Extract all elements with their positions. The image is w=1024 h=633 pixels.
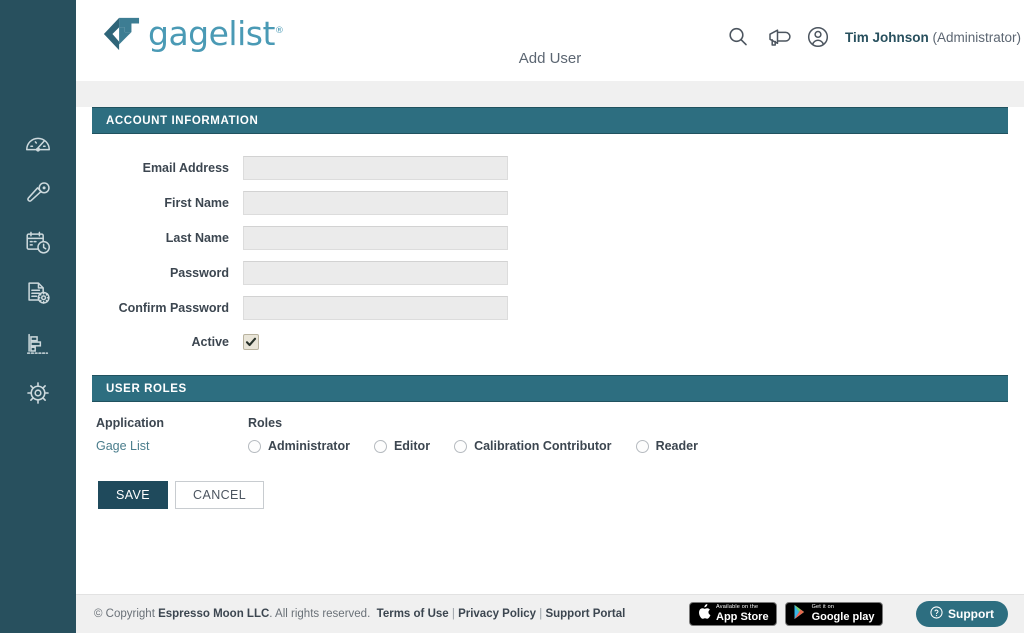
calendar-clock-icon xyxy=(23,228,53,258)
field-row-password: Password xyxy=(92,261,1008,285)
copyright-suffix: . All rights reserved. xyxy=(269,608,371,620)
radio-circle-icon xyxy=(454,439,468,453)
bar-chart-icon xyxy=(23,328,53,358)
google-play-triangle-icon xyxy=(793,604,807,625)
checkmark-icon xyxy=(245,336,257,348)
gagelist-logo-mark xyxy=(100,15,142,53)
field-row-active: Active xyxy=(92,334,1008,350)
role-radio-group: Administrator Editor Calibration Contrib… xyxy=(248,439,722,453)
confirm-password-label: Confirm Password xyxy=(118,301,229,315)
footer: © Copyright Espresso Moon LLC. All right… xyxy=(76,594,1024,633)
role-label-administrator: Administrator xyxy=(268,439,350,453)
page-root: gagelist® Add User Tim Johnson (Administ… xyxy=(0,0,1024,633)
cancel-button[interactable]: CANCEL xyxy=(175,481,265,509)
page-title: Add User xyxy=(518,50,582,67)
question-circle-icon xyxy=(930,606,943,622)
registered-mark: ® xyxy=(274,26,284,36)
field-row-confirm-password: Confirm Password xyxy=(92,296,1008,320)
support-portal-link[interactable]: Support Portal xyxy=(545,608,625,620)
app-store-big-text: App Store xyxy=(716,610,769,623)
megaphone-icon[interactable] xyxy=(765,24,791,50)
copyright-text: © Copyright Espresso Moon LLC. All right… xyxy=(94,608,625,620)
footer-separator: | xyxy=(448,608,459,620)
application-column-header: Application xyxy=(96,416,165,430)
password-input[interactable] xyxy=(243,261,508,285)
active-label: Active xyxy=(191,335,229,349)
account-information-form: Email Address First Name Last Name Passw… xyxy=(92,134,1008,375)
copyright-prefix: © Copyright xyxy=(94,608,159,620)
google-play-small-text: Get it on xyxy=(811,604,835,611)
field-row-email-address: Email Address xyxy=(92,156,1008,180)
header-divider-band xyxy=(76,81,1024,107)
sidebar-item-reports[interactable] xyxy=(0,318,76,368)
save-button[interactable]: SAVE xyxy=(98,481,169,509)
roles-row-gage-list: Gage List Administrator Editor Calibrati… xyxy=(96,439,1008,453)
top-header: gagelist® Add User Tim Johnson (Administ… xyxy=(76,0,1024,81)
form-panel: ACCOUNT INFORMATION Email Address First … xyxy=(92,107,1008,509)
role-option-reader[interactable]: Reader xyxy=(635,439,698,453)
roles-column-headers: Application Roles xyxy=(96,416,1008,430)
last-name-input[interactable] xyxy=(243,226,508,250)
application-name-link[interactable]: Gage List xyxy=(96,439,248,453)
search-icon[interactable] xyxy=(725,24,751,50)
privacy-policy-link[interactable]: Privacy Policy xyxy=(458,608,536,620)
user-name-text: Tim Johnson xyxy=(844,29,929,45)
company-name: Espresso Moon LLC xyxy=(158,608,270,620)
logo-wordmark: gagelist® xyxy=(148,14,284,53)
app-store-badge[interactable]: Available on the App Store xyxy=(689,602,777,626)
first-name-input[interactable] xyxy=(243,191,508,215)
sidebar xyxy=(0,0,76,633)
main-content: ACCOUNT INFORMATION Email Address First … xyxy=(76,107,1024,594)
sidebar-item-calibrations[interactable] xyxy=(0,268,76,318)
role-option-administrator[interactable]: Administrator xyxy=(248,439,350,453)
user-roles-header: USER ROLES xyxy=(92,375,1008,402)
active-checkbox[interactable] xyxy=(243,334,259,350)
document-gear-icon xyxy=(23,278,53,308)
first-name-label: First Name xyxy=(164,196,229,210)
email-address-label: Email Address xyxy=(142,161,229,175)
apple-logo-icon xyxy=(697,603,711,625)
email-address-input[interactable] xyxy=(243,156,508,180)
caliper-gage-icon xyxy=(23,178,53,208)
role-label-editor: Editor xyxy=(393,439,431,453)
confirm-password-input[interactable] xyxy=(243,296,508,320)
roles-column-header: Roles xyxy=(248,416,283,430)
radio-circle-icon xyxy=(248,439,261,453)
form-actions: SAVE CANCEL xyxy=(96,481,1008,509)
google-play-badge[interactable]: Get it on Google play xyxy=(784,602,883,626)
google-play-text: Get it on Google play xyxy=(812,605,875,623)
user-roles-form: Application Roles Gage List Administrato… xyxy=(92,402,1008,509)
app-store-text: Available on the App Store xyxy=(716,605,769,623)
terms-of-use-link[interactable]: Terms of Use xyxy=(377,608,449,620)
google-play-big-text: Google play xyxy=(811,610,875,623)
radio-circle-icon xyxy=(373,439,387,453)
radio-circle-icon xyxy=(635,439,649,453)
field-row-first-name: First Name xyxy=(92,191,1008,215)
header-actions: Tim Johnson (Administrator) xyxy=(725,24,1021,50)
app-logo[interactable]: gagelist® xyxy=(100,14,284,53)
last-name-label: Last Name xyxy=(165,231,229,245)
settings-gear-icon xyxy=(23,378,53,408)
field-row-last-name: Last Name xyxy=(92,226,1008,250)
role-label-calibration-contributor: Calibration Contributor xyxy=(474,439,612,453)
password-label: Password xyxy=(169,266,229,280)
support-button-label: Support xyxy=(948,607,994,621)
account-information-header: ACCOUNT INFORMATION xyxy=(92,107,1008,134)
role-option-editor[interactable]: Editor xyxy=(373,439,431,453)
sidebar-item-settings[interactable] xyxy=(0,368,76,418)
store-badges: Available on the App Store Get it on Goo… xyxy=(689,602,883,626)
sidebar-item-schedule[interactable] xyxy=(0,218,76,268)
support-button[interactable]: Support xyxy=(916,601,1008,627)
app-store-small-text: Available on the xyxy=(716,604,759,611)
sidebar-item-dashboard[interactable] xyxy=(0,118,76,168)
dashboard-gauge-icon xyxy=(23,128,53,158)
role-label-reader: Reader xyxy=(655,439,698,453)
account-circle-icon[interactable] xyxy=(805,24,831,50)
sidebar-item-gages[interactable] xyxy=(0,168,76,218)
role-option-calibration-contributor[interactable]: Calibration Contributor xyxy=(454,439,612,453)
user-role-text: (Administrator) xyxy=(932,29,1021,45)
user-account-label[interactable]: Tim Johnson (Administrator) xyxy=(845,30,1021,45)
